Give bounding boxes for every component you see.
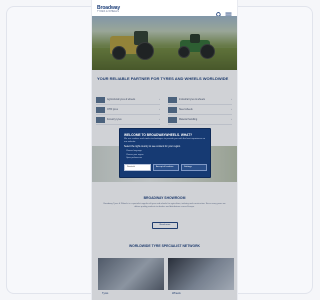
cookie-consent-modal: WELCOME TO BROADWAYWHEELS. WHAT? We use …: [119, 128, 211, 178]
accept-cookies-label: Accept all cookies: [156, 165, 174, 168]
hamburger-menu-icon[interactable]: [225, 5, 232, 18]
site-header: Broadway TYRES & WHEELS: [92, 0, 237, 18]
language-select-value: Deutsch: [127, 165, 136, 168]
language-select[interactable]: Deutsch: [124, 164, 151, 171]
modal-list-item: Choose your region: [126, 153, 144, 156]
modal-title: WELCOME TO BROADWAYWHEELS. WHAT?: [124, 133, 193, 137]
modal-list-item: Open preferences: [126, 157, 143, 159]
modal-text: We use cookies and similar technologies …: [124, 138, 206, 143]
accept-cookies-button[interactable]: Accept all cookies: [153, 164, 179, 171]
search-icon[interactable]: [216, 5, 222, 18]
modal-list-item: Choose language: [126, 150, 142, 152]
site-logo-tagline: TYRES & WHEELS: [97, 10, 119, 13]
cookie-settings-button[interactable]: Settings: [181, 164, 207, 171]
cookie-settings-label: Settings: [184, 165, 192, 168]
mobile-page-preview: Broadway TYRES & WHEELS YOUR RELIABLE PA…: [92, 0, 237, 300]
modal-subtitle: Select the right country to see content …: [124, 145, 181, 148]
